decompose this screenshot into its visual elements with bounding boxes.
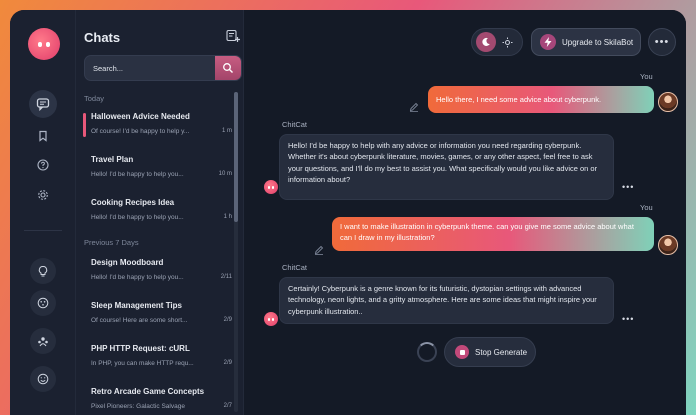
bot-avatar: [264, 180, 278, 194]
icon-rail: [10, 10, 76, 415]
section-today: Today: [84, 94, 105, 103]
chat-bubble-icon: [36, 98, 50, 111]
more-icon: •••: [622, 314, 635, 324]
message-sender: You: [640, 203, 653, 212]
chat-item[interactable]: Design Moodboard Hello! I'd be happy to …: [84, 255, 234, 293]
user-avatar: [658, 92, 678, 112]
chat-time: 2/11: [220, 274, 232, 280]
loading-spinner: [417, 342, 437, 362]
theme-toggle[interactable]: [471, 28, 523, 56]
gear-icon: [38, 190, 48, 200]
moon-icon: [476, 32, 496, 52]
search-button[interactable]: [215, 56, 241, 80]
chat-item[interactable]: Sleep Management Tips Of course! Here ar…: [84, 298, 234, 336]
more-icon: •••: [654, 36, 670, 48]
chat-name: Halloween Advice Needed: [91, 112, 190, 121]
upgrade-label: Upgrade to SkilaBot: [562, 37, 634, 47]
message-options-button[interactable]: •••: [622, 314, 634, 324]
chat-item[interactable]: PHP HTTP Request: cURL In PHP, you can m…: [84, 341, 234, 379]
search-input[interactable]: [85, 56, 215, 80]
community-button[interactable]: [30, 328, 56, 354]
message-options-button[interactable]: •••: [622, 182, 634, 192]
bolt-icon: [540, 34, 556, 50]
chat-item[interactable]: Cooking Recipes Idea Hello! I'd be happy…: [84, 195, 234, 233]
section-previous: Previous 7 Days: [84, 238, 139, 247]
app-logo: [28, 28, 60, 60]
chats-title: Chats: [84, 30, 121, 45]
chat-name: Retro Arcade Game Concepts: [91, 387, 205, 396]
chat-preview: Of course! Here are some short...: [91, 317, 188, 324]
upgrade-button[interactable]: Upgrade to SkilaBot: [531, 28, 641, 56]
message-sender: ChitCat: [282, 263, 308, 272]
stop-generate-button[interactable]: Stop Generate: [444, 337, 536, 367]
chat-item[interactable]: Retro Arcade Game Concepts Pixel Pioneer…: [84, 384, 234, 415]
search-icon: [223, 63, 233, 73]
stop-label: Stop Generate: [475, 347, 528, 357]
pencil-icon: [409, 102, 419, 112]
new-chat-icon: [226, 29, 240, 42]
bookmark-nav-button[interactable]: [31, 124, 55, 148]
palette-icon: [37, 297, 49, 309]
emoji-button[interactable]: [30, 366, 56, 392]
bots-button[interactable]: [30, 290, 56, 316]
user-avatar: [658, 235, 678, 255]
conversation-area: Upgrade to SkilaBot ••• You Hello there,…: [244, 10, 686, 415]
users-icon: [38, 337, 48, 347]
chat-name: Travel Plan: [91, 155, 134, 164]
chats-panel: Chats Today Halloween Advice Needed Of c…: [76, 10, 244, 415]
message-sender: You: [640, 72, 653, 81]
chat-time: 2/7: [223, 403, 232, 409]
scrollbar-thumb[interactable]: [234, 92, 238, 222]
chat-name: Sleep Management Tips: [91, 301, 182, 310]
chat-name: Cooking Recipes Idea: [91, 198, 175, 207]
edit-message-button[interactable]: [314, 242, 324, 260]
more-icon: •••: [622, 182, 635, 192]
help-nav-button[interactable]: [31, 153, 55, 177]
chat-preview: Hello! I'd be happy to help you...: [91, 214, 184, 221]
user-message: Hello there, I need some advice about cy…: [428, 86, 654, 113]
chat-name: PHP HTTP Request: cURL: [91, 344, 190, 353]
chat-preview: Pixel Pioneers: Galactic Salvage: [91, 403, 185, 410]
help-icon: [37, 159, 49, 171]
settings-nav-button[interactable]: [31, 183, 55, 207]
more-options-button[interactable]: •••: [648, 28, 676, 56]
bot-message: Certainly! Cyberpunk is a genre known fo…: [279, 277, 614, 324]
chat-preview: Of course! I'd be happy to help y...: [91, 128, 190, 135]
bookmark-icon: [39, 130, 47, 142]
chat-preview: Hello! I'd be happy to help you...: [91, 171, 184, 178]
edit-message-button[interactable]: [409, 99, 419, 117]
lightbulb-icon: [38, 266, 48, 277]
smile-icon: [37, 373, 49, 385]
sun-icon: [502, 37, 513, 47]
chat-preview: In PHP, you can make HTTP requ...: [91, 360, 194, 367]
chat-item[interactable]: Halloween Advice Needed Of course! I'd b…: [83, 109, 234, 147]
prompt-library-button[interactable]: [30, 258, 56, 284]
chat-preview: Hello! I'd be happy to help you...: [91, 274, 184, 281]
chat-time: 1 m: [221, 128, 232, 134]
chat-time: 1 h: [223, 214, 232, 220]
message-sender: ChitCat: [282, 120, 308, 129]
chat-nav-button[interactable]: [29, 90, 57, 118]
user-message: I want to make illustration in cyberpunk…: [332, 217, 654, 251]
rail-divider: [24, 230, 62, 231]
chat-time: 10 m: [218, 171, 232, 177]
chats-scrollbar[interactable]: [234, 92, 238, 412]
chat-time: 2/9: [223, 360, 232, 366]
pencil-icon: [314, 245, 324, 255]
stop-icon: [455, 345, 469, 359]
chat-item[interactable]: Travel Plan Hello! I'd be happy to help …: [84, 152, 234, 190]
chat-name: Design Moodboard: [91, 258, 164, 267]
app-window: Chats Today Halloween Advice Needed Of c…: [10, 10, 686, 415]
bot-message: Hello! I'd be happy to help with any adv…: [279, 134, 614, 200]
chat-time: 2/9: [223, 317, 232, 323]
new-chat-button[interactable]: [226, 29, 240, 48]
bot-avatar: [264, 312, 278, 326]
search-box: [84, 55, 242, 81]
